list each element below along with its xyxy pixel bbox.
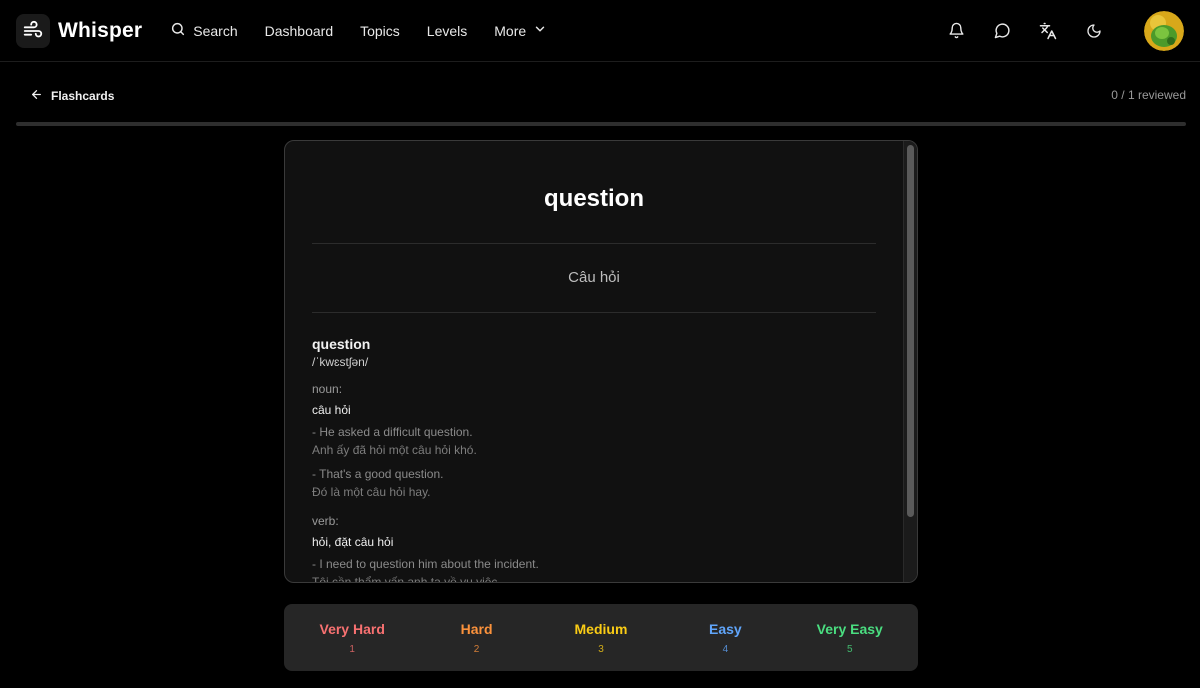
sense-pos: noun: [312,382,343,396]
sense-pos: verb: [312,514,339,528]
header-actions [946,10,1184,51]
sense-example: - That's a good question. Đó là một câu … [312,465,876,501]
nav-search-label: Search [193,22,238,39]
sense-meaning: hỏi, đặt câu hỏi [312,535,394,549]
rate-medium-button[interactable]: Medium 3 [546,621,656,655]
entry-pronunciation: /ˈkwɛstʃən/ [312,355,369,369]
moon-icon[interactable] [1084,21,1104,41]
flashcard[interactable]: question Câu hỏi question /ˈkwɛstʃən/ no… [284,140,918,583]
rate-shortcut-key: 2 [473,643,480,655]
back-label: Flashcards [51,89,115,103]
rate-very-easy-button[interactable]: Very Easy 5 [795,621,905,655]
rate-shortcut-key: 5 [846,643,853,655]
bell-icon[interactable] [946,21,966,41]
nav-more-label: More [494,22,527,39]
avatar[interactable] [1144,10,1184,51]
chat-icon[interactable] [992,21,1012,41]
example-en: - He asked a difficult question. [312,425,473,439]
card-scrollbar[interactable] [903,141,917,582]
review-progress-bar [16,122,1186,126]
nav-levels[interactable]: Levels [427,23,467,39]
nav-more[interactable]: More [494,22,547,39]
rate-very-hard-button[interactable]: Very Hard 1 [297,621,407,655]
rate-label: Easy [709,620,742,637]
nav-topics-label: Topics [360,22,400,39]
wind-icon [16,13,50,48]
sense-example: - I need to question him about the incid… [312,555,876,583]
logo[interactable]: Whisper [16,13,143,48]
flashcard-content: question Câu hỏi question /ˈkwɛstʃən/ no… [285,141,903,582]
sense-meaning: câu hỏi [312,403,351,417]
chevron-down-icon [533,22,547,39]
rate-shortcut-key: 1 [349,643,355,655]
example-vi: Đó là một câu hỏi hay. [312,485,431,499]
back-to-flashcards-link[interactable]: Flashcards [30,88,114,104]
rate-hard-button[interactable]: Hard 2 [422,621,532,655]
flashcard-word: question [544,185,644,212]
rate-label: Medium [574,620,628,637]
dictionary-entry: question /ˈkwɛstʃən/ noun: câu hỏi - He … [312,313,876,583]
rate-label: Very Easy [816,620,883,637]
example-en: - That's a good question. [312,467,444,481]
nav-dashboard-label: Dashboard [264,22,334,39]
rate-shortcut-key: 4 [722,643,729,655]
rate-easy-button[interactable]: Easy 4 [670,621,780,655]
review-progress-text: 0 / 1 reviewed [1111,88,1186,102]
rate-label: Hard [460,620,493,637]
nav-search[interactable]: Search [170,21,238,40]
example-en: - I need to question him about the incid… [312,557,539,571]
rate-label: Very Hard [319,620,385,637]
arrow-left-icon [30,88,43,104]
main-nav: Search Dashboard Topics Levels More [170,21,547,40]
top-navbar: Whisper Search Dashboard Topics Levels M… [0,0,1200,62]
example-vi: Anh ấy đã hỏi một câu hỏi khó. [312,443,477,457]
scrollbar-thumb[interactable] [907,145,914,517]
translate-icon[interactable] [1038,21,1058,41]
nav-levels-label: Levels [426,22,468,39]
difficulty-rating-bar: Very Hard 1 Hard 2 Medium 3 Easy 4 Very … [284,604,918,671]
nav-topics[interactable]: Topics [360,23,400,39]
flashcard-translation: Câu hỏi [568,269,620,286]
example-vi: Tôi cần thẩm vấn anh ta về vụ việc. [312,575,501,583]
sense-example: - He asked a difficult question. Anh ấy … [312,423,876,459]
app-name: Whisper [58,18,143,42]
entry-word: question [312,336,371,352]
rate-shortcut-key: 3 [598,643,604,655]
nav-dashboard[interactable]: Dashboard [265,23,334,39]
search-icon [170,21,186,40]
